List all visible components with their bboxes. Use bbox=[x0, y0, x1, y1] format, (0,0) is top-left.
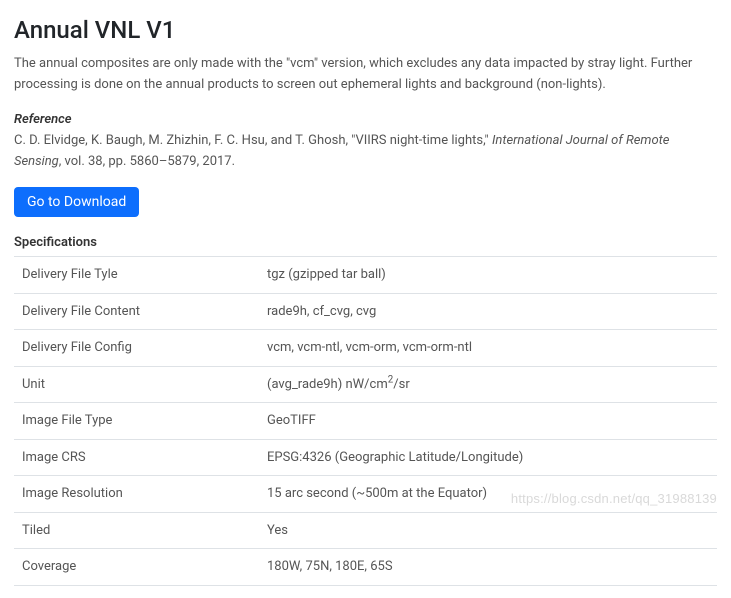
description-text: The annual composites are only made with… bbox=[14, 54, 717, 96]
spec-label: Delivery File Config bbox=[14, 330, 259, 367]
specifications-heading: Specifications bbox=[14, 233, 717, 253]
spec-label: Coverage bbox=[14, 549, 259, 586]
table-row: Unit(avg_rade9h) nW/cm2/sr bbox=[14, 366, 717, 403]
spec-label: Image CRS bbox=[14, 439, 259, 476]
table-row: Image File TypeGeoTIFF bbox=[14, 403, 717, 440]
table-row: Coverage180W, 75N, 180E, 65S bbox=[14, 549, 717, 586]
reference-text: C. D. Elvidge, K. Baugh, M. Zhizhin, F. … bbox=[14, 133, 669, 169]
table-row: Image CRSEPSG:4326 (Geographic Latitude/… bbox=[14, 439, 717, 476]
table-row: Delivery File Configvcm, vcm-ntl, vcm-or… bbox=[14, 330, 717, 367]
spec-value: (avg_rade9h) nW/cm2/sr bbox=[259, 366, 717, 403]
table-row: Delivery File Tyletgz (gzipped tar ball) bbox=[14, 257, 717, 294]
spec-value: vcm, vcm-ntl, vcm-orm, vcm-orm-ntl bbox=[259, 330, 717, 367]
spec-value: 15 arc second (~500m at the Equator) bbox=[259, 476, 717, 513]
spec-label: Unit bbox=[14, 366, 259, 403]
spec-label: Image File Type bbox=[14, 403, 259, 440]
reference-block: Reference C. D. Elvidge, K. Baugh, M. Zh… bbox=[14, 110, 717, 173]
spec-value: GeoTIFF bbox=[259, 403, 717, 440]
table-row: Delivery File Contentrade9h, cf_cvg, cvg bbox=[14, 293, 717, 330]
download-button[interactable]: Go to Download bbox=[14, 187, 139, 217]
spec-value: rade9h, cf_cvg, cvg bbox=[259, 293, 717, 330]
spec-label: Image Resolution bbox=[14, 476, 259, 513]
table-row: Image Resolution15 arc second (~500m at … bbox=[14, 476, 717, 513]
reference-authors: C. D. Elvidge, K. Baugh, M. Zhizhin, F. … bbox=[14, 133, 348, 148]
spec-value: 180W, 75N, 180E, 65S bbox=[259, 549, 717, 586]
spec-label: Delivery File Tyle bbox=[14, 257, 259, 294]
reference-rest: , vol. 38, pp. 5860–5879, 2017. bbox=[59, 154, 235, 169]
spec-value: EPSG:4326 (Geographic Latitude/Longitude… bbox=[259, 439, 717, 476]
page-title: Annual VNL V1 bbox=[14, 12, 717, 48]
spec-label: Delivery File Content bbox=[14, 293, 259, 330]
specifications-table: Delivery File Tyletgz (gzipped tar ball)… bbox=[14, 256, 717, 586]
spec-value: tgz (gzipped tar ball) bbox=[259, 257, 717, 294]
reference-paper-title: "VIIRS night-time lights," bbox=[351, 133, 488, 148]
reference-label: Reference bbox=[14, 110, 717, 130]
